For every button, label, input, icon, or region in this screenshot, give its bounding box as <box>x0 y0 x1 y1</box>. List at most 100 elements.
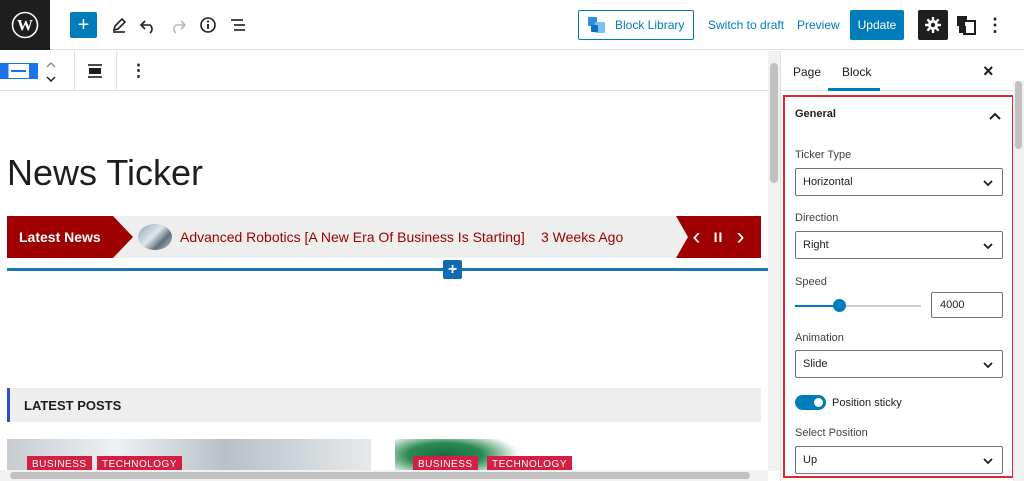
speed-slider-handle[interactable] <box>833 299 846 312</box>
list-view-icon <box>231 19 245 31</box>
ticker-label-arrow <box>113 216 133 258</box>
sidebar-scrollbar[interactable] <box>1013 81 1024 481</box>
animation-value: Slide <box>803 358 828 370</box>
active-tab-indicator <box>828 88 880 91</box>
sidebar-tabs: Page Block × <box>781 51 1013 91</box>
direction-label: Direction <box>795 212 839 224</box>
wordpress-logo-button[interactable]: W <box>0 0 50 50</box>
plus-icon: + <box>447 260 458 278</box>
page-title[interactable]: News Ticker <box>7 152 203 194</box>
close-sidebar-button[interactable]: × <box>983 61 999 81</box>
chevron-down-icon <box>983 243 993 250</box>
ticker-headline-link[interactable]: Advanced Robotics [A New Era Of Business… <box>180 229 525 245</box>
settings-sidebar: Page Block × General Ticker Type Horizon… <box>780 51 1024 481</box>
general-settings-panel: General Ticker Type Horizontal Direction… <box>783 95 1014 478</box>
latest-posts-header: LATEST POSTS <box>7 388 761 422</box>
move-down-button[interactable] <box>45 71 57 89</box>
scrollbar-thumb[interactable] <box>1015 81 1022 149</box>
redo-button[interactable] <box>165 12 191 38</box>
ticker-time: 3 Weeks Ago <box>541 229 624 245</box>
toolbar-divider <box>74 51 75 91</box>
pencil-icon <box>112 17 127 33</box>
select-position-label: Select Position <box>795 427 868 439</box>
news-ticker-block[interactable]: Latest News Advanced Robotics [A New Era… <box>7 216 761 258</box>
ticker-type-select[interactable]: Horizontal <box>795 168 1003 196</box>
editor-canvas: News Ticker Latest News Advanced Robotic… <box>0 92 768 470</box>
chevron-down-icon <box>46 76 56 83</box>
latest-posts-title: LATEST POSTS <box>24 398 122 413</box>
layers-icon <box>957 16 976 35</box>
switch-to-draft-button[interactable]: Switch to draft <box>708 18 784 32</box>
ticker-label: Latest News <box>7 216 113 258</box>
post-category-tag[interactable]: BUSINESS <box>27 456 92 470</box>
collapse-panel-button[interactable] <box>988 109 1002 127</box>
settings-button[interactable] <box>918 10 948 40</box>
chevron-down-icon <box>983 362 993 369</box>
select-position-value: Up <box>803 454 818 466</box>
redo-icon <box>173 20 187 34</box>
position-sticky-toggle[interactable] <box>795 395 826 410</box>
block-library-label: Block Library <box>615 18 685 32</box>
chevron-up-icon <box>989 112 1001 120</box>
block-options-button[interactable]: ⋮ <box>130 61 147 81</box>
list-view-button[interactable] <box>225 12 251 38</box>
canvas-horizontal-scrollbar[interactable] <box>0 470 768 481</box>
ticker-prev-button[interactable]: ‹ <box>693 225 701 249</box>
close-icon: × <box>983 61 994 81</box>
more-vertical-icon: ⋮ <box>986 14 1004 35</box>
canvas-vertical-scrollbar[interactable] <box>768 51 780 471</box>
block-type-button[interactable] <box>0 63 38 79</box>
update-button[interactable]: Update <box>850 10 904 40</box>
panel-title[interactable]: General <box>795 108 836 120</box>
block-toolbar: ⋮ <box>0 51 768 91</box>
scrollbar-thumb[interactable] <box>770 63 778 183</box>
speed-input[interactable]: 4000 <box>931 292 1003 318</box>
edit-tool-button[interactable] <box>106 12 132 38</box>
tab-page[interactable]: Page <box>793 65 821 79</box>
plugin-button[interactable] <box>953 12 979 38</box>
position-sticky-label: Position sticky <box>832 397 902 409</box>
wordpress-logo-icon: W <box>11 11 39 39</box>
block-library-icon <box>588 17 605 33</box>
post-category-tag[interactable]: BUSINESS <box>413 456 478 470</box>
chevron-up-icon <box>46 61 56 68</box>
toggle-knob <box>814 398 823 407</box>
info-icon <box>200 17 216 33</box>
add-block-button[interactable]: + <box>70 12 97 38</box>
plus-icon: + <box>77 14 90 36</box>
ticker-type-label: Ticker Type <box>795 149 852 161</box>
post-category-tag[interactable]: TECHNOLOGY <box>487 456 573 470</box>
ticker-controls-notch <box>676 216 688 258</box>
ticker-next-button[interactable]: › <box>736 225 744 249</box>
animation-select[interactable]: Slide <box>795 350 1003 378</box>
block-library-button[interactable]: Block Library <box>578 10 694 40</box>
select-position-select[interactable]: Up <box>795 446 1003 474</box>
editor-top-bar: W + Block Library Switch to draft Previe… <box>0 0 1024 50</box>
direction-select[interactable]: Right <box>795 231 1003 259</box>
chevron-down-icon <box>983 458 993 465</box>
ticker-item-thumbnail <box>138 224 172 250</box>
more-vertical-icon: ⋮ <box>130 61 147 80</box>
tab-block[interactable]: Block <box>842 65 871 79</box>
block-inserter-button[interactable]: + <box>443 260 462 279</box>
post-category-tag[interactable]: TECHNOLOGY <box>97 456 183 470</box>
scrollbar-thumb[interactable] <box>10 472 750 479</box>
undo-button[interactable] <box>135 12 161 38</box>
speed-value: 4000 <box>940 299 965 311</box>
align-button[interactable] <box>86 62 104 85</box>
ticker-controls: ‹ II › <box>676 216 761 258</box>
news-ticker-block-icon <box>0 63 38 79</box>
direction-value: Right <box>803 239 829 251</box>
gear-icon <box>925 17 941 33</box>
toolbar-divider <box>116 51 117 91</box>
svg-text:W: W <box>17 18 33 35</box>
ticker-pause-button[interactable]: II <box>714 229 724 245</box>
speed-label: Speed <box>795 276 827 288</box>
details-button[interactable] <box>195 12 221 38</box>
block-separator-line <box>7 268 768 271</box>
ticker-type-value: Horizontal <box>803 176 853 188</box>
options-menu-button[interactable]: ⋮ <box>984 12 1006 38</box>
chevron-down-icon <box>983 180 993 187</box>
undo-icon <box>139 20 153 34</box>
preview-button[interactable]: Preview <box>797 18 840 32</box>
